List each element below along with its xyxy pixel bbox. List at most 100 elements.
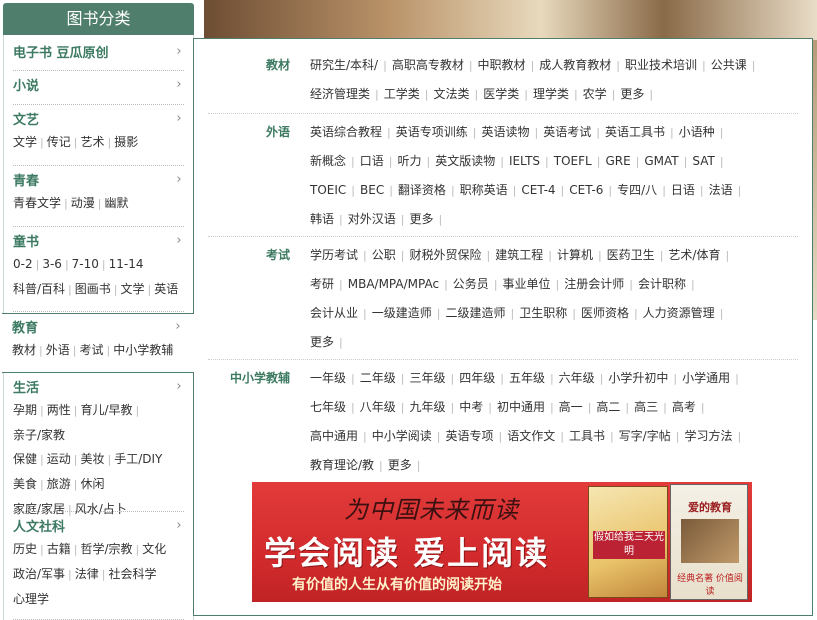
category-title[interactable]: 青春 [13, 170, 39, 189]
flyout-link[interactable]: 建筑工程 [495, 248, 543, 262]
category-subitem[interactable]: 青春文学 [13, 196, 61, 210]
flyout-link[interactable]: 更多 [409, 212, 433, 226]
flyout-link[interactable]: IELTS [509, 154, 540, 168]
category-title[interactable]: 教育 [12, 317, 38, 336]
category-title[interactable]: 人文社科 [13, 516, 65, 535]
flyout-link[interactable]: 专四/八 [617, 183, 657, 197]
flyout-link[interactable]: 五年级 [509, 371, 545, 385]
category-subitem[interactable]: 教材 [12, 343, 36, 357]
flyout-link[interactable]: 更多 [388, 458, 412, 472]
flyout-link[interactable]: 财税外贸保险 [409, 248, 481, 262]
flyout-link[interactable]: 公务员 [453, 277, 489, 291]
flyout-link[interactable]: 医师资格 [581, 306, 629, 320]
flyout-link[interactable]: TOEIC [310, 183, 346, 197]
flyout-link[interactable]: 英语专项 [445, 429, 493, 443]
flyout-link[interactable]: 会计从业 [310, 306, 358, 320]
flyout-link[interactable]: GRE [605, 154, 630, 168]
flyout-link[interactable]: 三年级 [409, 371, 445, 385]
flyout-link[interactable]: 一年级 [310, 371, 346, 385]
flyout-link[interactable]: 教育理论/教 [310, 458, 374, 472]
category-subitem[interactable]: 英语 [154, 282, 178, 296]
category-subitem[interactable]: 手工/DIY [114, 452, 162, 466]
flyout-link[interactable]: 考研 [310, 277, 334, 291]
category-title[interactable]: 生活 [13, 377, 39, 396]
category-subitem[interactable]: 动漫 [71, 196, 95, 210]
flyout-link[interactable]: 职业技术培训 [625, 58, 697, 72]
flyout-link[interactable]: 初中通用 [497, 400, 545, 414]
category-subitem[interactable]: 科普/百科 [13, 282, 65, 296]
flyout-link[interactable]: 事业单位 [503, 277, 551, 291]
category-subitem[interactable]: 图画书 [75, 282, 111, 296]
flyout-link[interactable]: 七年级 [310, 400, 346, 414]
flyout-link[interactable]: 小语种 [679, 125, 715, 139]
chevron-right-icon[interactable]: › [174, 77, 184, 92]
flyout-link[interactable]: 中小学阅读 [372, 429, 432, 443]
flyout-link[interactable]: TOEFL [554, 154, 592, 168]
flyout-link[interactable]: 听力 [397, 154, 421, 168]
category-subitem[interactable]: 运动 [47, 452, 71, 466]
flyout-link[interactable]: 一级建造师 [372, 306, 432, 320]
flyout-group-title[interactable]: 考试 [208, 241, 290, 269]
category-subitem[interactable]: 古籍 [47, 542, 71, 556]
flyout-link[interactable]: 翻译资格 [398, 183, 446, 197]
category-subitem[interactable]: 文学 [13, 135, 37, 149]
flyout-link[interactable]: 文法类 [433, 87, 469, 101]
flyout-link[interactable]: 二年级 [360, 371, 396, 385]
category-subitem[interactable]: 历史 [13, 542, 37, 556]
flyout-link[interactable]: CET-6 [569, 183, 603, 197]
category-title[interactable]: 小说 [13, 75, 39, 94]
flyout-link[interactable]: 学习方法 [684, 429, 732, 443]
flyout-link[interactable]: BEC [360, 183, 384, 197]
flyout-link[interactable]: 卫生职称 [519, 306, 567, 320]
flyout-link[interactable]: 高二 [596, 400, 620, 414]
flyout-link[interactable]: 更多 [310, 335, 334, 349]
category-subitem[interactable]: 亲子/家教 [13, 428, 65, 442]
flyout-link[interactable]: 小学通用 [682, 371, 730, 385]
flyout-group-title[interactable]: 教材 [208, 51, 290, 79]
flyout-link[interactable]: 经济管理类 [310, 87, 370, 101]
flyout-link[interactable]: 工具书 [569, 429, 605, 443]
flyout-link[interactable]: 八年级 [360, 400, 396, 414]
category-subitem[interactable]: 艺术 [80, 135, 104, 149]
flyout-link[interactable]: 高三 [634, 400, 658, 414]
flyout-link[interactable]: 小学升初中 [608, 371, 668, 385]
category-subitem[interactable]: 0-2 [13, 257, 33, 271]
chevron-right-icon[interactable]: › [174, 379, 184, 394]
category-subitem[interactable]: 中小学教辅 [113, 343, 173, 357]
flyout-link[interactable]: 日语 [671, 183, 695, 197]
flyout-link[interactable]: 公职 [372, 248, 396, 262]
chevron-right-icon[interactable]: › [174, 518, 184, 533]
flyout-link[interactable]: 写字/字帖 [619, 429, 671, 443]
category-subitem[interactable]: 7-10 [72, 257, 99, 271]
category-subitem[interactable]: 心理学 [13, 592, 49, 606]
flyout-link[interactable]: 职称英语 [460, 183, 508, 197]
category-subitem[interactable]: 摄影 [114, 135, 138, 149]
reading-promo-banner[interactable]: 为中国未来而读 学会阅读 爱上阅读 有价值的人生从有价值的阅读开始 假如给我三天… [252, 482, 752, 602]
category-subitem[interactable]: 文学 [121, 282, 145, 296]
category-subitem[interactable]: 美食 [13, 477, 37, 491]
category-subitem[interactable]: 考试 [79, 343, 103, 357]
flyout-link[interactable]: 注册会计师 [564, 277, 624, 291]
category-subitem[interactable]: 传记 [47, 135, 71, 149]
chevron-right-icon[interactable]: › [174, 172, 184, 187]
category-subitem[interactable]: 外语 [46, 343, 70, 357]
flyout-link[interactable]: 医药卫生 [607, 248, 655, 262]
flyout-link[interactable]: 工学类 [384, 87, 420, 101]
flyout-link[interactable]: 人力资源管理 [643, 306, 715, 320]
flyout-link[interactable]: 韩语 [310, 212, 334, 226]
flyout-link[interactable]: 会计职称 [638, 277, 686, 291]
flyout-link[interactable]: 英语读物 [481, 125, 529, 139]
category-subitem[interactable]: 幽默 [104, 196, 128, 210]
flyout-link[interactable]: 新概念 [310, 154, 346, 168]
category-subitem[interactable]: 法律 [75, 567, 99, 581]
flyout-link[interactable]: 公共课 [711, 58, 747, 72]
flyout-link[interactable]: 更多 [620, 87, 644, 101]
flyout-link[interactable]: 理学类 [533, 87, 569, 101]
category-title[interactable]: 文艺 [13, 109, 39, 128]
flyout-link[interactable]: 英语综合教程 [310, 125, 382, 139]
flyout-link[interactable]: 法语 [709, 183, 733, 197]
chevron-right-icon[interactable]: › [173, 319, 183, 334]
flyout-group-title[interactable]: 外语 [208, 118, 290, 146]
flyout-link[interactable]: 九年级 [409, 400, 445, 414]
flyout-link[interactable]: 成人教育教材 [539, 58, 611, 72]
